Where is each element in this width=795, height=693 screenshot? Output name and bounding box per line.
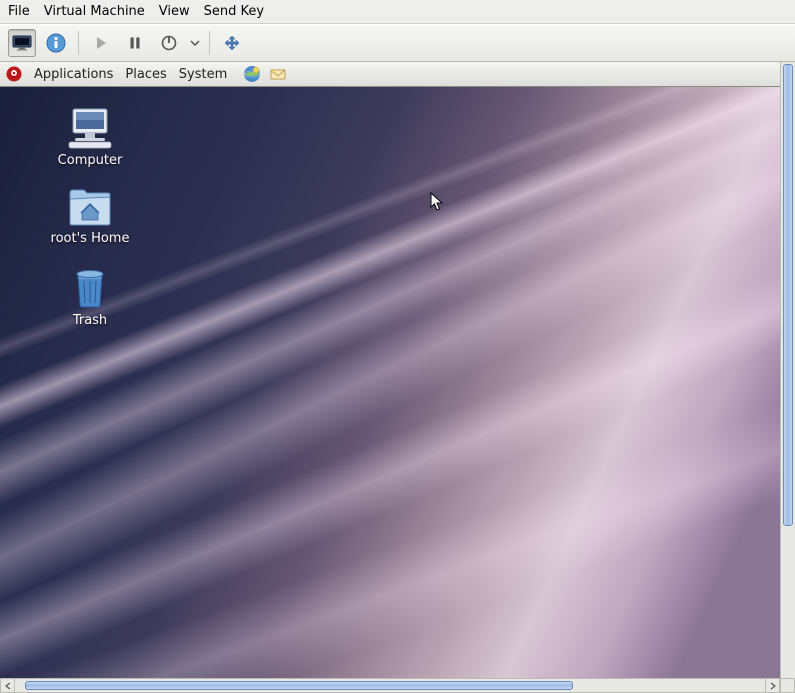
menu-view[interactable]: View (159, 4, 190, 19)
info-icon (46, 33, 66, 53)
guest-desktop[interactable]: Computer root's Home (0, 87, 780, 678)
desktop-icon-computer[interactable]: Computer (42, 107, 138, 168)
horizontal-scrollbar-row (0, 678, 795, 693)
power-button[interactable] (155, 29, 183, 57)
power-icon (161, 35, 177, 51)
desktop-icon-label: root's Home (51, 231, 130, 246)
chevron-right-icon (770, 682, 776, 690)
home-folder-icon (67, 187, 113, 227)
pause-button[interactable] (121, 29, 149, 57)
scrollbar-corner (780, 678, 795, 693)
pause-icon (128, 36, 142, 50)
horizontal-scrollbar-thumb[interactable] (25, 681, 573, 690)
panel-places[interactable]: Places (125, 67, 166, 82)
mouse-cursor-icon (430, 192, 444, 212)
fullscreen-button[interactable] (218, 29, 246, 57)
vm-viewport-area: Applications Places System (0, 62, 795, 678)
menu-file[interactable]: File (8, 4, 30, 19)
trash-icon (70, 267, 110, 309)
guest-top-panel: Applications Places System (0, 62, 780, 87)
horizontal-scrollbar[interactable] (15, 678, 765, 693)
host-toolbar (0, 24, 795, 62)
desktop-icon-home[interactable]: root's Home (42, 187, 138, 246)
computer-icon (67, 107, 113, 149)
vertical-scrollbar[interactable] (780, 62, 795, 678)
menu-send-key[interactable]: Send Key (204, 4, 264, 19)
toolbar-separator-2 (209, 31, 210, 55)
chevron-down-icon (190, 40, 200, 46)
desktop-icon-trash[interactable]: Trash (42, 267, 138, 328)
hscroll-left-button[interactable] (0, 678, 15, 693)
distro-logo-icon[interactable] (6, 66, 22, 82)
hscroll-right-button[interactable] (765, 678, 780, 693)
panel-system[interactable]: System (179, 67, 227, 82)
host-menubar: File Virtual Machine View Send Key (0, 0, 795, 24)
browser-launcher-icon[interactable] (243, 65, 261, 83)
desktop-icon-label: Computer (58, 153, 123, 168)
monitor-icon (12, 35, 32, 51)
chevron-left-icon (5, 682, 11, 690)
play-icon (94, 36, 108, 50)
play-button[interactable] (87, 29, 115, 57)
mail-launcher-icon[interactable] (269, 65, 287, 83)
fullscreen-icon (223, 34, 241, 52)
power-menu-dropdown[interactable] (189, 40, 201, 46)
desktop-icon-label: Trash (73, 313, 107, 328)
vertical-scrollbar-thumb[interactable] (783, 64, 793, 526)
toolbar-separator (78, 31, 79, 55)
menu-virtual-machine[interactable]: Virtual Machine (44, 4, 145, 19)
vm-viewport[interactable]: Applications Places System (0, 62, 780, 678)
panel-applications[interactable]: Applications (34, 67, 113, 82)
console-button[interactable] (8, 29, 36, 57)
info-button[interactable] (42, 29, 70, 57)
